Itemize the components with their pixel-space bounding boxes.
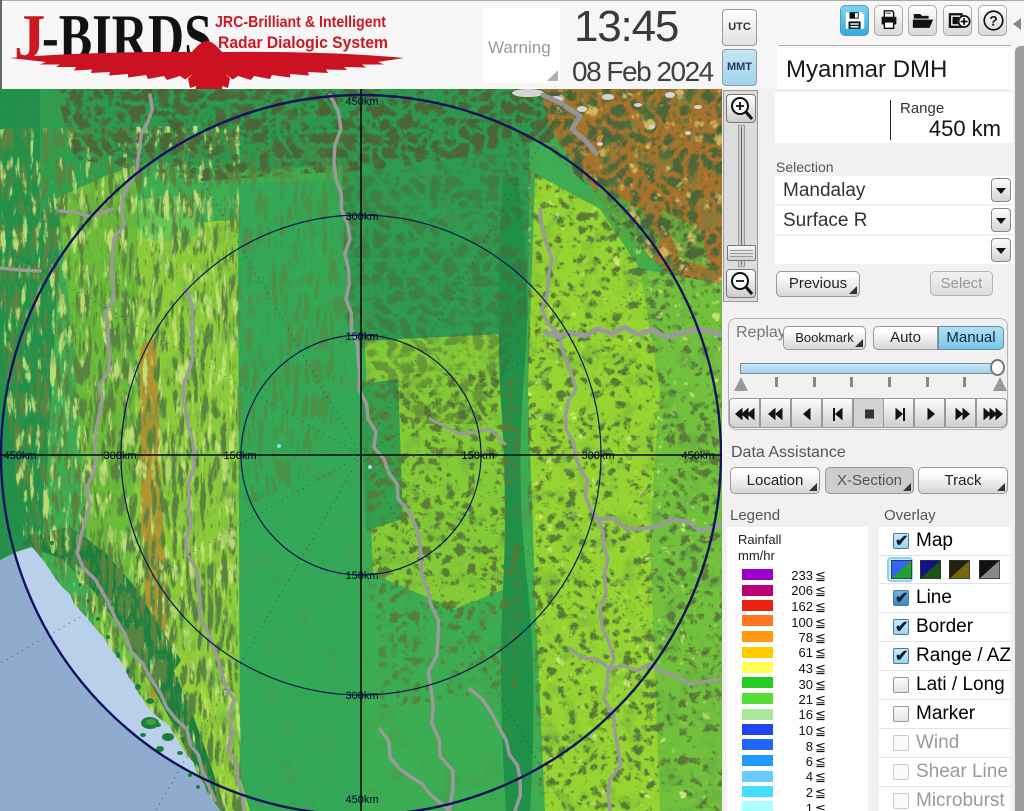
svg-text:300km: 300km: [103, 450, 136, 462]
svg-text:300km: 300km: [345, 690, 378, 702]
svg-text:150km: 150km: [345, 570, 378, 582]
svg-text:300km: 300km: [345, 211, 378, 223]
svg-text:450km: 450km: [345, 96, 378, 108]
svg-text:150km: 150km: [345, 331, 378, 343]
svg-text:J: J: [14, 2, 46, 72]
svg-text:150km: 150km: [461, 450, 494, 462]
svg-text:450km: 450km: [3, 450, 36, 462]
svg-text:300km: 300km: [581, 450, 614, 462]
svg-text:Radar Dialogic System: Radar Dialogic System: [218, 33, 388, 52]
svg-text:?: ?: [989, 13, 997, 29]
svg-text:JRC-Brilliant & Intelligent: JRC-Brilliant & Intelligent: [215, 14, 387, 31]
svg-text:450km: 450km: [681, 450, 714, 462]
svg-text:150km: 150km: [223, 450, 256, 462]
svg-text:450km: 450km: [345, 794, 378, 806]
